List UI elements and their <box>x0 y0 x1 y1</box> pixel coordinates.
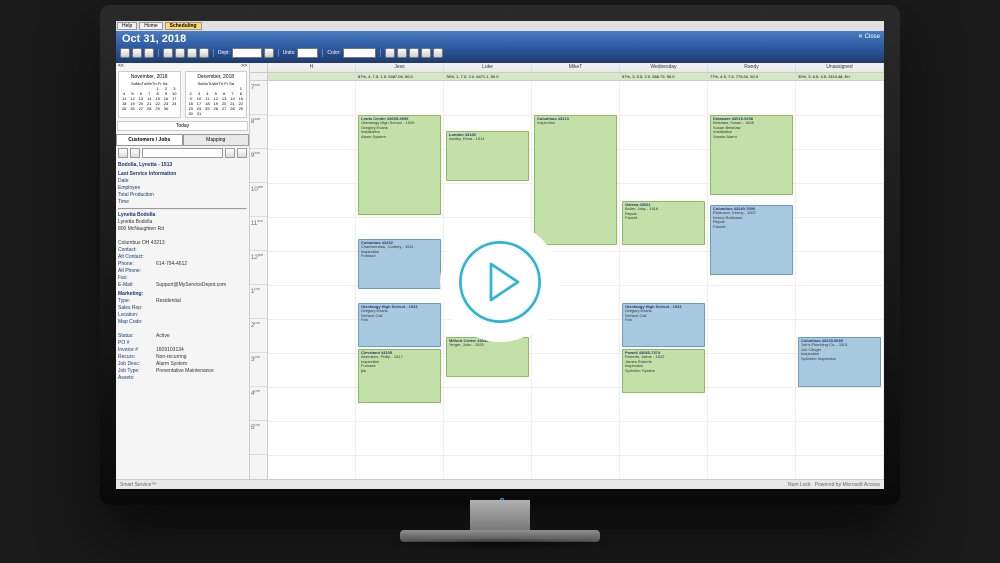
appointment[interactable]: Columbus 43232Charbonneau, Cortney - 151… <box>358 239 441 289</box>
appointment[interactable]: Columbus 43240-7000Robinson, Kenny - 150… <box>710 205 793 275</box>
search-icon[interactable] <box>118 148 128 158</box>
appointment[interactable]: Columbus 43213Inspection <box>534 115 617 245</box>
stat-cell-2: 78%, 1, 7.0, 2.0, 8471.1, 50.0 <box>444 73 532 80</box>
tool-btn-3[interactable] <box>409 48 419 58</box>
home-tab[interactable]: Home <box>139 22 162 30</box>
print-icon[interactable] <box>237 148 247 158</box>
time-slot: 12pm <box>250 251 267 285</box>
search-input[interactable] <box>142 148 223 158</box>
tech-header-row: HJessLukeMikeTWednesdayRandyUnassigned <box>250 63 884 73</box>
lane-h[interactable] <box>268 81 356 479</box>
time-slot: 7am <box>250 81 267 115</box>
statusbar: Smart Service™ Num Lock Powered by Micro… <box>116 479 884 489</box>
view-btn-2[interactable] <box>175 48 185 58</box>
appointment[interactable]: Olentangy High School - 1523Gregory Evan… <box>622 303 705 347</box>
menubar: Help Home Scheduling <box>116 21 884 31</box>
appointment[interactable]: Columbus 43229-5660Joe's Plumbing Co. - … <box>798 337 881 387</box>
tab-customers[interactable]: Customers / Jobs <box>116 134 183 146</box>
time-slot: 3pm <box>250 353 267 387</box>
nav-prev-button[interactable] <box>120 48 130 58</box>
appointment[interactable]: Lewis Center 43035-9699Olentangy High Sc… <box>358 115 441 215</box>
tech-column-6[interactable]: Unassigned <box>796 63 884 72</box>
close-button[interactable]: ✕ Close <box>858 33 880 40</box>
scheduling-tab[interactable]: Scheduling <box>165 22 202 30</box>
tech-column-5[interactable]: Randy <box>708 63 796 72</box>
time-slot: 10am <box>250 183 267 217</box>
stats-row: 87%, 4, 7.5, 1.5, 5487.05, 50.078%, 1, 7… <box>250 73 884 81</box>
units-select[interactable]: 10 Min <box>297 48 318 58</box>
tool-btn-5[interactable] <box>433 48 443 58</box>
tech-column-3[interactable]: MikeT <box>532 63 620 72</box>
appointment[interactable]: Galena 43021Buller, Joby - 1516RepairFau… <box>622 201 705 245</box>
tool-btn-4[interactable] <box>421 48 431 58</box>
dept-select[interactable]: Technician <box>232 48 262 58</box>
lane-wed[interactable]: Galena 43021Buller, Joby - 1516RepairFau… <box>620 81 708 479</box>
refresh-button[interactable] <box>199 48 209 58</box>
lane-randy[interactable]: Delaware 43015-9208Belshaw, Susan - 1505… <box>708 81 796 479</box>
units-label: Units: <box>283 50 296 56</box>
add-customer-icon[interactable] <box>225 148 235 158</box>
appointment[interactable]: Cleveland 44105Aberdeen, Philip - 1517In… <box>358 349 441 403</box>
appointment[interactable]: Delaware 43015-9208Belshaw, Susan - 1505… <box>710 115 793 195</box>
filter-icon[interactable] <box>130 148 140 158</box>
color-label: Color: <box>327 50 340 56</box>
tab-mapping[interactable]: Mapping <box>183 134 250 146</box>
lane-unassigned[interactable]: Columbus 43229-5660Joe's Plumbing Co. - … <box>796 81 884 479</box>
time-slot: 5pm <box>250 421 267 455</box>
dept-btn[interactable] <box>264 48 274 58</box>
calendar-november[interactable]: November, 2018 SuMoTuWeTh Fr Sa 12345678… <box>118 71 181 118</box>
time-slot: 9am <box>250 149 267 183</box>
tech-column-2[interactable]: Luke <box>444 63 532 72</box>
view-btn-3[interactable] <box>187 48 197 58</box>
nav-next-button[interactable] <box>144 48 154 58</box>
play-video-button[interactable] <box>440 222 560 342</box>
tech-column-4[interactable]: Wednesday <box>620 63 708 72</box>
appointment[interactable]: Olentangy High School - 1523Gregory Evan… <box>358 303 441 347</box>
customer-details: Bodolla, Lynetta - 1513 Last Service Inf… <box>116 160 249 479</box>
today-button[interactable]: Today <box>117 121 248 131</box>
calendar-december[interactable]: December, 2018 SuMoTuWeTh Fr Sa 12345678… <box>185 71 248 118</box>
appointment[interactable]: Powell 43065-7374Roberts, Jaime - 1522Ja… <box>622 349 705 393</box>
tool-btn-2[interactable] <box>397 48 407 58</box>
time-slot: 1pm <box>250 285 267 319</box>
help-tab[interactable]: Help <box>117 22 137 30</box>
tech-column-1[interactable]: Jess <box>356 63 444 72</box>
header: Oct 31, 2018 ✕ Close Dept: Technician Un… <box>116 31 884 63</box>
sidebar: << >> November, 2018 SuMoTuWeTh Fr Sa 12… <box>116 63 250 479</box>
time-column: 7am8am9am10am11am12pm1pm2pm3pm4pm5pm <box>250 81 268 479</box>
time-slot: 2pm <box>250 319 267 353</box>
time-slot: 11am <box>250 217 267 251</box>
stat-cell-0 <box>268 73 356 80</box>
dept-label: Dept: <box>218 50 230 56</box>
time-slot: 8am <box>250 115 267 149</box>
schedule-grid: HJessLukeMikeTWednesdayRandyUnassigned 8… <box>250 63 884 479</box>
date-title: Oct 31, 2018 <box>116 31 884 47</box>
stat-cell-1: 87%, 4, 7.5, 1.5, 5487.05, 50.0 <box>356 73 444 80</box>
toolbar: Dept: Technician Units: 10 Min Color: by… <box>116 47 884 59</box>
time-slot: 4pm <box>250 387 267 421</box>
appointment[interactable]: London 43140Ashley, Elma - 1514 <box>446 131 529 181</box>
stat-cell-5: 77%, 4.5, 7.5, 779.04, 50.0 <box>708 73 796 80</box>
view-btn-1[interactable] <box>163 48 173 58</box>
stat-cell-3 <box>532 73 620 80</box>
tool-btn-1[interactable] <box>385 48 395 58</box>
lane-jess[interactable]: Lewis Center 43035-9699Olentangy High Sc… <box>356 81 444 479</box>
color-select[interactable]: by Category <box>343 48 376 58</box>
nav-today-button[interactable] <box>132 48 142 58</box>
stat-cell-4: 57%, 3, 5.5, 2.5, 586.79, 50.0 <box>620 73 708 80</box>
tech-column-0[interactable]: H <box>268 63 356 72</box>
stat-cell-6: 30%, 3, 6.5, 4.5, 3119.48, Err <box>796 73 884 80</box>
appointment[interactable]: Milford Center 43045Yerger, John - 1520 <box>446 337 529 377</box>
